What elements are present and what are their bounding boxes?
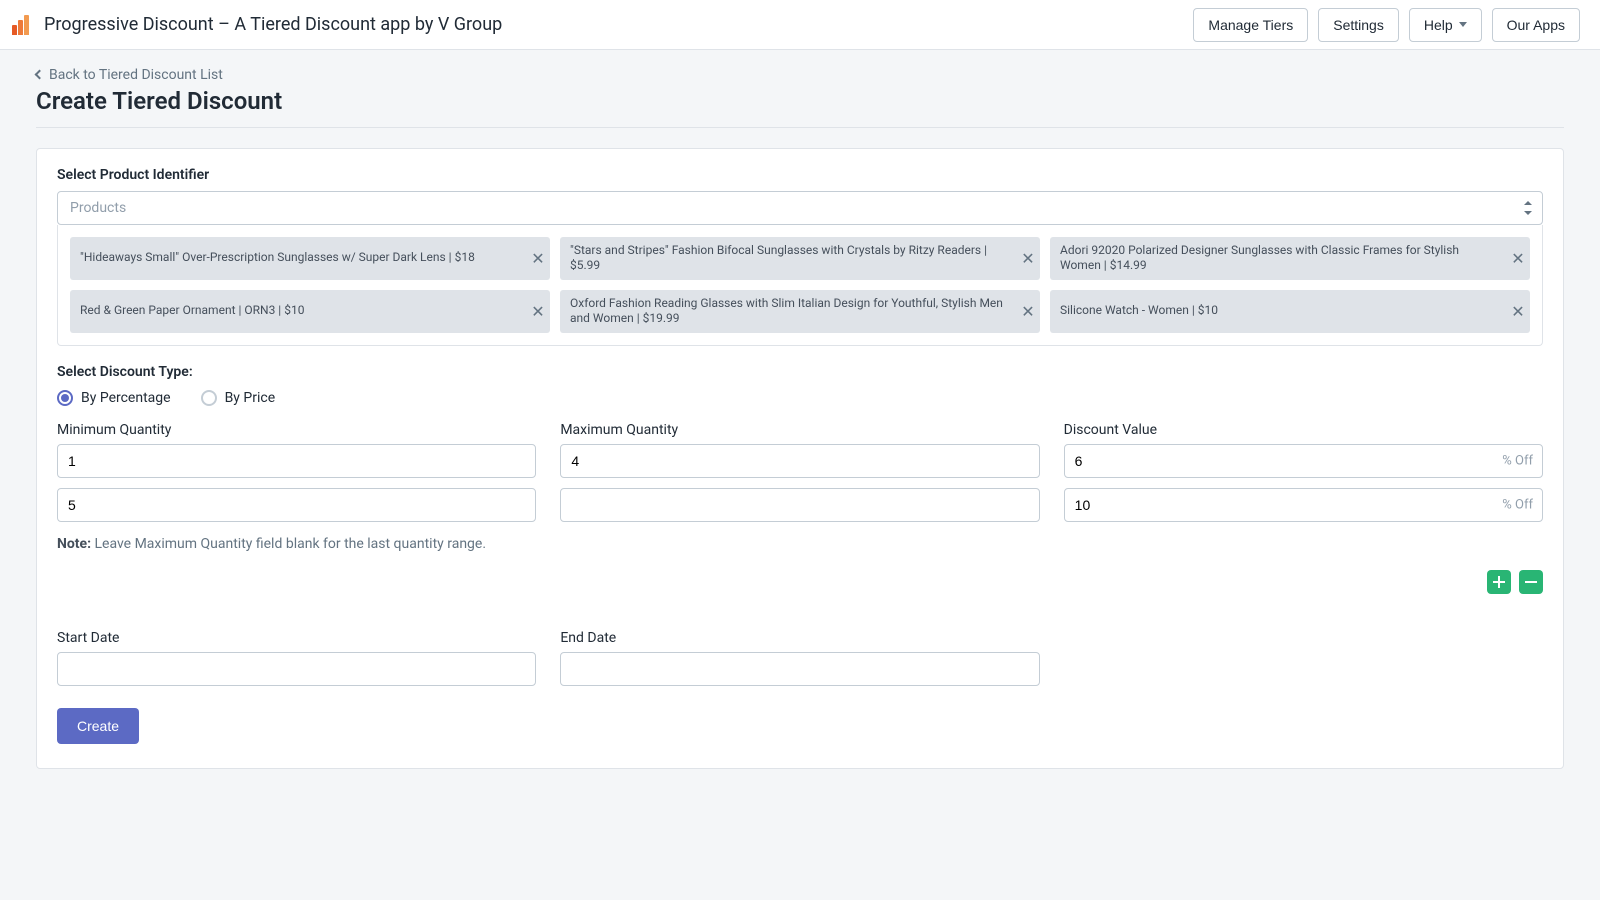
back-link[interactable]: Back to Tiered Discount List	[36, 67, 223, 83]
remove-chip-button[interactable]: ✕	[1016, 237, 1040, 280]
select-updown-icon	[1524, 201, 1532, 215]
app-logo-icon	[12, 15, 34, 35]
product-chip: "Stars and Stripes" Fashion Bifocal Sung…	[560, 237, 1040, 280]
plus-icon	[1492, 575, 1506, 589]
product-chip: Red & Green Paper Ornament | ORN3 | $10 …	[70, 290, 550, 333]
product-chip-label: Red & Green Paper Ornament | ORN3 | $10	[70, 290, 526, 333]
create-button[interactable]: Create	[57, 708, 139, 744]
caret-down-icon	[1459, 22, 1467, 27]
help-button[interactable]: Help	[1409, 8, 1482, 42]
product-identifier-select[interactable]: Products	[57, 191, 1543, 225]
max-qty-input[interactable]	[560, 444, 1039, 478]
start-date-label: Start Date	[57, 630, 536, 646]
radio-icon	[201, 390, 217, 406]
remove-chip-button[interactable]: ✕	[1016, 290, 1040, 333]
product-chip: "Hideaways Small" Over-Prescription Sung…	[70, 237, 550, 280]
form-card: Select Product Identifier Products "Hide…	[36, 148, 1564, 769]
max-qty-label: Maximum Quantity	[560, 422, 1039, 438]
discount-suffix: % Off	[1502, 497, 1533, 512]
selected-products-box: "Hideaways Small" Over-Prescription Sung…	[57, 225, 1543, 346]
minus-icon	[1524, 575, 1538, 589]
discount-value-label: Discount Value	[1064, 422, 1543, 438]
min-qty-input[interactable]	[57, 488, 536, 522]
remove-chip-button[interactable]: ✕	[1506, 237, 1530, 280]
product-chip-label: Oxford Fashion Reading Glasses with Slim…	[560, 290, 1016, 333]
page-title: Create Tiered Discount	[36, 87, 1564, 128]
discount-type-label: Select Discount Type:	[57, 364, 1543, 380]
start-date-input[interactable]	[57, 652, 536, 686]
min-qty-label: Minimum Quantity	[57, 422, 536, 438]
remove-chip-button[interactable]: ✕	[1506, 290, 1530, 333]
chevron-left-icon	[35, 70, 45, 80]
top-nav: Manage Tiers Settings Help Our Apps	[1193, 8, 1580, 42]
radio-label: By Price	[225, 390, 276, 406]
note-label: Note:	[57, 536, 91, 552]
note-text: Leave Maximum Quantity field blank for t…	[95, 536, 487, 552]
product-chip: Silicone Watch - Women | $10 ✕	[1050, 290, 1530, 333]
product-chip-label: Adori 92020 Polarized Designer Sunglasse…	[1050, 237, 1506, 280]
discount-type-radio-group: By Percentage By Price	[57, 390, 1543, 406]
manage-tiers-button[interactable]: Manage Tiers	[1193, 8, 1308, 42]
product-identifier-label: Select Product Identifier	[57, 167, 1543, 183]
discount-value-input[interactable]	[1064, 444, 1543, 478]
discount-suffix: % Off	[1502, 453, 1533, 468]
top-bar: Progressive Discount – A Tiered Discount…	[0, 0, 1600, 50]
discount-value-input[interactable]	[1064, 488, 1543, 522]
date-grid: Start Date End Date	[57, 630, 1543, 686]
product-chip-label: "Stars and Stripes" Fashion Bifocal Sung…	[560, 237, 1016, 280]
remove-chip-button[interactable]: ✕	[526, 290, 550, 333]
product-identifier-value: Products	[70, 200, 126, 216]
product-chip-label: "Hideaways Small" Over-Prescription Sung…	[70, 237, 526, 280]
remove-tier-button[interactable]	[1519, 570, 1543, 594]
tier-grid: Minimum Quantity Maximum Quantity Discou…	[57, 422, 1543, 532]
end-date-input[interactable]	[560, 652, 1039, 686]
remove-chip-button[interactable]: ✕	[526, 237, 550, 280]
settings-button[interactable]: Settings	[1318, 8, 1399, 42]
product-chip-label: Silicone Watch - Women | $10	[1050, 290, 1506, 333]
end-date-label: End Date	[560, 630, 1039, 646]
app-title: Progressive Discount – A Tiered Discount…	[44, 14, 502, 35]
radio-icon	[57, 390, 73, 406]
product-chip: Oxford Fashion Reading Glasses with Slim…	[560, 290, 1040, 333]
max-qty-input[interactable]	[560, 488, 1039, 522]
radio-label: By Percentage	[81, 390, 171, 406]
radio-by-percentage[interactable]: By Percentage	[57, 390, 171, 406]
radio-by-price[interactable]: By Price	[201, 390, 276, 406]
tier-row-controls	[57, 570, 1543, 594]
back-link-label: Back to Tiered Discount List	[49, 67, 223, 83]
add-tier-button[interactable]	[1487, 570, 1511, 594]
note-row: Note: Leave Maximum Quantity field blank…	[57, 536, 1543, 552]
min-qty-input[interactable]	[57, 444, 536, 478]
product-chip: Adori 92020 Polarized Designer Sunglasse…	[1050, 237, 1530, 280]
our-apps-button[interactable]: Our Apps	[1492, 8, 1580, 42]
